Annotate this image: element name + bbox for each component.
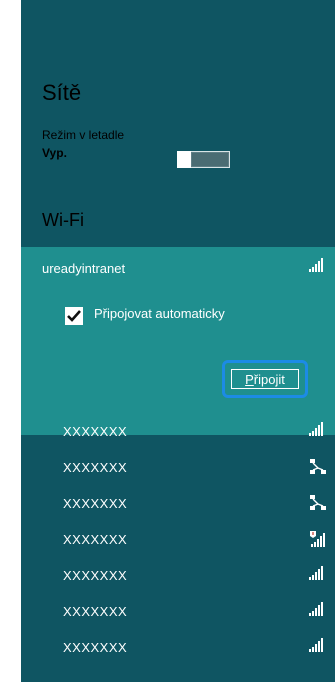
wifi-signal-icon bbox=[309, 638, 323, 652]
airplane-mode-value: Vyp. bbox=[42, 146, 67, 160]
wifi-secured-warning-icon bbox=[310, 531, 325, 547]
network-name: XXXXXXX bbox=[63, 496, 128, 511]
wifi-signal-icon bbox=[309, 258, 323, 272]
wifi-shared-icon bbox=[310, 459, 326, 474]
list-item[interactable]: XXXXXXX bbox=[21, 414, 335, 450]
connect-button-label: řipojit bbox=[253, 372, 285, 387]
network-name: XXXXXXX bbox=[63, 460, 128, 475]
connect-accesskey: P bbox=[245, 372, 254, 387]
wifi-signal-icon bbox=[309, 566, 323, 580]
network-name: XXXXXXX bbox=[63, 604, 128, 619]
auto-connect-checkbox[interactable] bbox=[65, 307, 83, 325]
wifi-signal-icon bbox=[309, 422, 323, 436]
airplane-mode-toggle[interactable] bbox=[177, 151, 230, 168]
panel-title: Sítě bbox=[42, 80, 82, 105]
network-name: XXXXXXX bbox=[63, 532, 128, 547]
wifi-heading: Wi-Fi bbox=[42, 210, 84, 230]
selected-network-name: ureadyintranet bbox=[42, 261, 126, 276]
wifi-signal-icon bbox=[309, 602, 323, 616]
network-name: XXXXXXX bbox=[63, 640, 128, 655]
connect-button[interactable]: Připojit bbox=[231, 369, 299, 389]
list-item[interactable]: XXXXXXX bbox=[21, 558, 335, 594]
list-item[interactable]: XXXXXXX bbox=[21, 630, 335, 666]
list-item[interactable]: XXXXXXX bbox=[21, 486, 335, 522]
checkmark-icon bbox=[67, 310, 81, 322]
toggle-track bbox=[192, 153, 228, 166]
wifi-shared-icon bbox=[310, 495, 326, 510]
auto-connect-label: Připojovat automaticky bbox=[94, 306, 225, 321]
connect-focus-ring: Připojit bbox=[222, 360, 308, 398]
list-item[interactable]: XXXXXXX bbox=[21, 594, 335, 630]
airplane-mode-label: Režim v letadle bbox=[42, 128, 125, 142]
list-item[interactable]: XXXXXXX bbox=[21, 522, 335, 558]
list-item[interactable]: XXXXXXX bbox=[21, 450, 335, 486]
toggle-knob bbox=[177, 151, 191, 168]
network-name: XXXXXXX bbox=[63, 568, 128, 583]
network-name: XXXXXXX bbox=[63, 424, 128, 439]
